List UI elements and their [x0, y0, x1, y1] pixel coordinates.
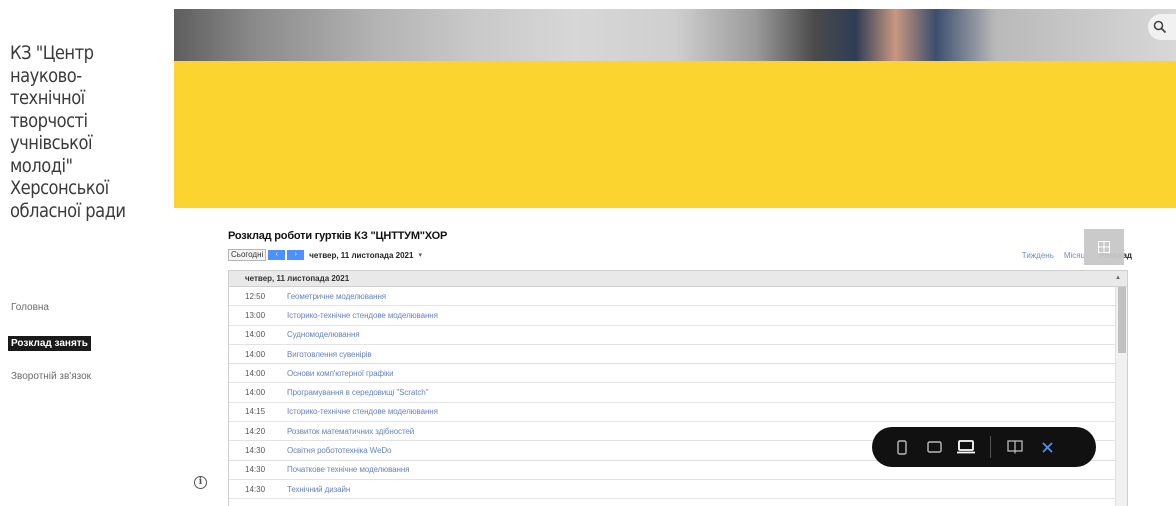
event-title[interactable]: Освітня робототехніка WeDo — [287, 446, 391, 455]
device-preview-toolbar — [872, 427, 1096, 467]
event-title[interactable]: Історико-технічне стендове моделювання — [287, 407, 438, 416]
phone-view-button[interactable] — [886, 427, 918, 467]
event-row[interactable]: 14:00 Основи комп'ютерної графіки — [229, 364, 1127, 384]
event-time: 14:00 — [245, 388, 266, 398]
toolbar-divider — [990, 436, 991, 458]
nav-item-home[interactable]: Головна — [8, 300, 168, 315]
event-row[interactable]: 14:30 Технічний дизайн — [229, 480, 1127, 500]
close-preview-button[interactable] — [1031, 427, 1063, 467]
event-row[interactable]: 12:50 Геометричне моделювання — [229, 287, 1127, 307]
event-row[interactable]: 14:00 Судномоделювання — [229, 326, 1127, 345]
event-time: 14:15 — [245, 407, 266, 417]
site-nav: Головна Розклад занять Зворотній зв'язок — [8, 300, 168, 402]
event-title[interactable]: Початкове технічне моделювання — [287, 465, 409, 474]
header-banner — [174, 61, 1176, 208]
grid-toggle-button[interactable] — [1084, 229, 1124, 265]
nav-item-schedule[interactable]: Розклад занять — [8, 336, 91, 351]
laptop-icon — [957, 440, 975, 454]
current-date[interactable]: четвер, 11 листопада 2021 — [309, 251, 413, 260]
search-icon — [1153, 20, 1167, 34]
event-time: 14:20 — [245, 426, 266, 436]
event-title[interactable]: Програмування в середовищі "Scratch" — [287, 388, 428, 397]
prev-button[interactable]: ‹ — [268, 250, 286, 260]
page: КЗ "Центр науково-технічної творчості уч… — [0, 0, 1176, 506]
next-button[interactable]: › — [287, 250, 305, 260]
event-title[interactable]: Виготовлення сувенірів — [287, 350, 372, 359]
event-row[interactable]: 13:00 Історико-технічне стендове моделюва… — [229, 306, 1127, 326]
laptop-view-button[interactable] — [950, 427, 982, 467]
book-icon — [1007, 440, 1023, 454]
tablet-icon — [926, 441, 942, 453]
event-time: 12:50 — [245, 291, 266, 301]
open-book-button[interactable] — [999, 427, 1031, 467]
event-row[interactable]: 14:15 Історико-технічне стендове моделюва… — [229, 403, 1127, 423]
event-rows: 12:50 Геометричне моделювання 13:00 Істори… — [229, 287, 1127, 500]
event-time: 14:30 — [245, 465, 266, 475]
info-icon[interactable]: i — [194, 476, 207, 489]
event-time: 14:30 — [245, 446, 266, 456]
event-row[interactable]: 14:00 Виготовлення сувенірів — [229, 345, 1127, 365]
event-time: 14:00 — [245, 368, 266, 378]
today-button[interactable]: Сьогодні — [228, 249, 267, 261]
event-title[interactable]: Історико-технічне стендове моделювання — [287, 311, 438, 320]
event-title[interactable]: Розвиток математичних здібностей — [287, 427, 414, 436]
agenda-scrollbar[interactable] — [1115, 287, 1127, 506]
calendar-title: Розклад роботи гуртків КЗ "ЦНТТУМ"ХОР — [228, 230, 448, 242]
agenda-list: четвер, 11 листопада 2021 ▲ 12:50 Геометр… — [228, 270, 1128, 506]
chevron-down-icon[interactable]: ▾ — [418, 251, 422, 259]
phone-icon — [897, 439, 907, 455]
event-time: 13:00 — [245, 310, 266, 320]
close-icon — [1041, 441, 1053, 453]
event-time: 14:00 — [245, 330, 266, 340]
search-button[interactable] — [1148, 14, 1176, 40]
site-title[interactable]: КЗ "Центр науково-технічної творчості уч… — [10, 42, 139, 222]
event-title[interactable]: Основи комп'ютерної графіки — [287, 369, 394, 378]
day-header: четвер, 11 листопада 2021 ▲ — [229, 271, 1127, 287]
nav-item-feedback[interactable]: Зворотній зв'язок — [8, 369, 168, 384]
event-title[interactable]: Судномоделювання — [287, 330, 360, 339]
event-time: 14:30 — [245, 484, 266, 494]
day-header-label: четвер, 11 листопада 2021 — [245, 274, 350, 283]
grid-icon — [1098, 241, 1110, 253]
event-title[interactable]: Геометричне моделювання — [287, 292, 386, 301]
scroll-up-icon[interactable]: ▲ — [1115, 271, 1121, 286]
event-row[interactable]: 14:00 Програмування в середовищі "Scratch… — [229, 383, 1127, 403]
event-time: 14:00 — [245, 349, 266, 359]
tablet-view-button[interactable] — [918, 427, 950, 467]
tab-week[interactable]: Тиждень — [1022, 251, 1054, 260]
header-photo — [174, 9, 1176, 61]
calendar-toolbar: Сьогодні ‹ › четвер, 11 листопада 2021 ▾ — [228, 248, 422, 262]
event-title[interactable]: Технічний дизайн — [287, 485, 350, 494]
scrollbar-thumb[interactable] — [1118, 287, 1126, 353]
